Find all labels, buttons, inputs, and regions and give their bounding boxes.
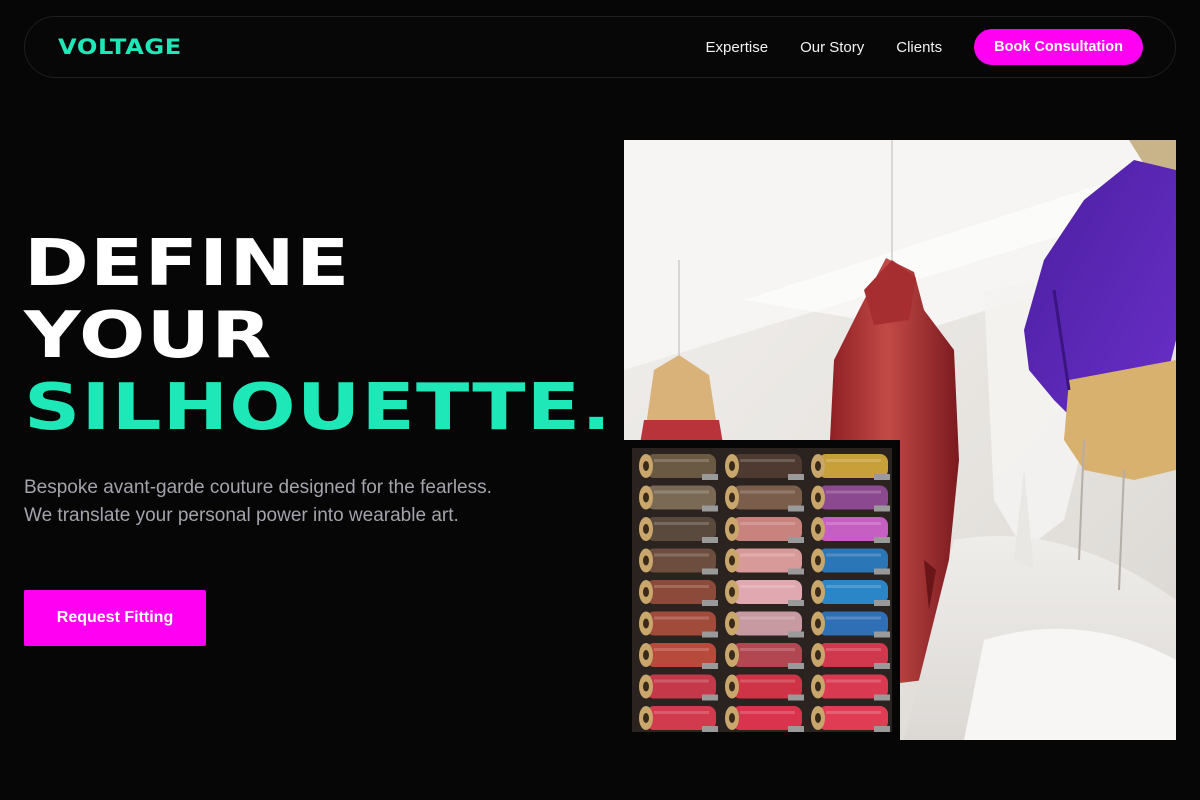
thread-spool	[811, 611, 890, 638]
thread-spool	[639, 548, 718, 575]
hero-headline: DEFINE YOUR SILHOUETTE.	[24, 228, 611, 444]
thread-spool	[811, 517, 890, 543]
thread-spool	[725, 454, 804, 480]
thread-spool	[639, 454, 718, 480]
thread-spool	[811, 580, 890, 606]
book-consultation-button[interactable]: Book Consultation	[974, 29, 1143, 65]
headline-line-silhouette: SILHOUETTE.	[24, 371, 613, 445]
thread-spool	[811, 706, 890, 732]
thread-spool	[811, 454, 890, 480]
brand-logo[interactable]: VOLTAGE	[58, 35, 182, 59]
thread-spool	[639, 706, 718, 732]
thread-spool	[639, 611, 718, 638]
hero-subcopy: Bespoke avant-garde couture designed for…	[24, 477, 492, 526]
thread-spool	[639, 485, 718, 512]
thread-spool	[639, 517, 718, 543]
thread-spool	[639, 580, 718, 606]
thread-spool	[725, 706, 804, 732]
top-navbar: VOLTAGE Expertise Our Story Clients Book…	[24, 16, 1176, 78]
headline-line-define: DEFINE	[24, 227, 351, 301]
thread-spool	[725, 517, 804, 543]
nav-link-expertise[interactable]: Expertise	[706, 39, 769, 56]
thread-spool	[725, 548, 804, 575]
thread-spool	[725, 485, 804, 512]
headline-line-your: YOUR	[24, 299, 273, 373]
thread-spool	[811, 643, 890, 669]
thread-spool	[811, 548, 890, 575]
thread-spool	[725, 611, 804, 638]
nav-link-our-story[interactable]: Our Story	[800, 39, 864, 56]
thread-spool	[725, 643, 804, 669]
thread-spool	[639, 674, 718, 701]
thread-spool	[639, 643, 718, 669]
thread-spool	[811, 485, 890, 512]
nav-links: Expertise Our Story Clients Book Consult…	[706, 29, 1143, 65]
thread-spool	[811, 674, 890, 701]
nav-link-clients[interactable]: Clients	[896, 39, 942, 56]
thread-spool	[725, 674, 804, 701]
request-fitting-button[interactable]: Request Fitting	[24, 590, 206, 646]
thread-spools-photo	[624, 440, 900, 740]
thread-spool	[725, 580, 804, 606]
